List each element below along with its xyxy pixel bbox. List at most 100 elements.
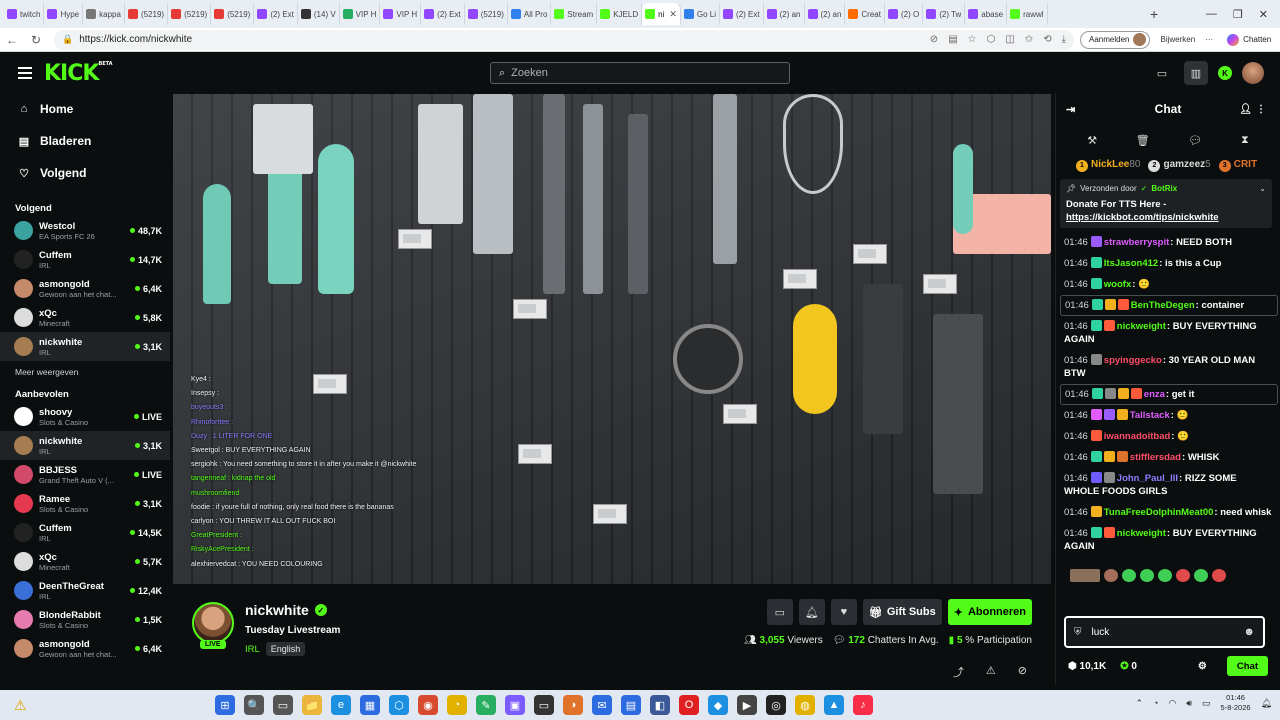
taskbar-app-icon[interactable]: O — [679, 695, 699, 715]
chat-message[interactable]: 01:46 ItsJason412: is this a Cup — [1064, 253, 1274, 274]
message-username[interactable]: John_Paul_III — [1117, 473, 1178, 484]
taskbar-app-icon[interactable]: 📁 — [302, 695, 322, 715]
trash-icon[interactable]: 🗑︎ — [1136, 134, 1150, 147]
language-tag[interactable]: English — [265, 642, 306, 656]
search-input[interactable]: ⌕ Zoeken — [490, 62, 790, 84]
channel-item[interactable]: asmongold Gewoon aan het chat... 6,4K — [0, 274, 170, 303]
browser-tab[interactable]: (2) Ext — [720, 3, 764, 25]
message-username[interactable]: enza — [1144, 389, 1165, 400]
gift-subs-button[interactable]: 🎁︎ Gift Subs — [862, 599, 942, 625]
channel-item[interactable]: xQc Minecraft 5,8K — [0, 303, 170, 332]
chat-message[interactable]: 01:46 Tallstack: 🙂 — [1064, 405, 1274, 426]
nav-item-home[interactable]: ⌂ Home — [18, 93, 170, 125]
taskbar-app-icon[interactable]: ◍ — [795, 695, 815, 715]
split-screen-icon[interactable]: ◫ — [1005, 34, 1014, 45]
taskbar-app-icon[interactable]: ▲ — [824, 695, 844, 715]
channel-points[interactable]: ⬢ 10,1K — [1068, 661, 1106, 672]
collapse-pin-icon[interactable]: ⌄ — [1259, 184, 1266, 193]
kick-coins[interactable]: ✪ 0 — [1120, 661, 1137, 672]
url-field[interactable]: 🔒 https://kick.com/nickwhite ⊘ ▤ ☆ ⬡ ◫ ✩… — [54, 29, 1074, 50]
browser-tab[interactable]: ni ✕ — [642, 3, 681, 25]
signin-button[interactable]: Aanmelden — [1080, 30, 1151, 49]
more-menu-icon[interactable]: ··· — [1205, 35, 1213, 44]
nav-item-volgend[interactable]: ♡ Volgend — [18, 157, 170, 189]
message-username[interactable]: ItsJason412 — [1104, 258, 1158, 269]
new-tab-button[interactable]: + — [1144, 6, 1164, 22]
chat-message[interactable]: 01:46 nickweight: BUY EVERYTHING AGAIN — [1064, 316, 1274, 350]
browser-tab[interactable]: (5219) — [168, 3, 212, 25]
close-tab-icon[interactable]: ✕ — [669, 9, 677, 20]
taskbar-app-icon[interactable]: ◎ — [766, 695, 786, 715]
chat-message[interactable]: 01:46 iwannadoitbad: 🙂 — [1064, 426, 1274, 447]
pinned-by-user[interactable]: BotRix — [1151, 184, 1177, 193]
taskbar-app-icon[interactable]: ▭ — [273, 695, 293, 715]
message-username[interactable]: nickweight — [1117, 528, 1166, 539]
browser-tab[interactable]: (2) Tw — [923, 3, 966, 25]
message-username[interactable]: iwannadoitbad — [1104, 431, 1171, 442]
hammer-icon[interactable]: ⚒ — [1087, 134, 1097, 147]
browser-tab[interactable]: All Pro — [508, 3, 552, 25]
message-username[interactable]: woofx — [1104, 279, 1131, 290]
browser-tab[interactable]: (2) Ext — [421, 3, 465, 25]
share-icon[interactable]: ⤴ — [953, 664, 964, 680]
chat-message[interactable]: 01:46 TunaFreeDolphinMeat00: need whisk — [1064, 502, 1274, 523]
subscribe-button[interactable]: ✦ Abonneren — [947, 599, 1032, 625]
taskbar-app-icon[interactable]: 🔍 — [244, 695, 264, 715]
updates-button[interactable]: Bijwerken — [1160, 35, 1195, 44]
history-icon[interactable]: ⟲ — [1043, 34, 1051, 45]
leaderboard-entry[interactable]: 1 NickLee80 — [1076, 159, 1140, 172]
browser-tab[interactable]: (2) an — [805, 3, 846, 25]
leaderboard-entry[interactable]: 3 CRIT — [1218, 159, 1257, 172]
channel-item[interactable]: Westcol EA Sports FC 26 48,7K — [0, 216, 170, 245]
channel-item[interactable]: BlondeRabbit Slots & Casino 1,5K — [0, 605, 170, 634]
favorites-icon[interactable]: ✩ — [1025, 34, 1033, 45]
chat-message[interactable]: 01:46 enza: get it — [1060, 384, 1278, 405]
mute-icon[interactable]: ⊘ — [1018, 664, 1027, 680]
refresh-icon[interactable]: ↻ — [24, 33, 48, 47]
taskbar-app-icon[interactable]: ▶ — [737, 695, 757, 715]
taskbar-app-icon[interactable]: ◆ — [708, 695, 728, 715]
follow-heart-icon[interactable]: ♥ — [830, 599, 857, 625]
message-username[interactable]: BenTheDegen — [1131, 300, 1195, 311]
channel-item[interactable]: Ramee Slots & Casino 3,1K — [0, 489, 170, 518]
channel-item[interactable]: nickwhite IRL 3,1K — [0, 431, 170, 460]
taskbar-app-icon[interactable]: ◧ — [650, 695, 670, 715]
streamer-name[interactable]: nickwhite — [245, 602, 309, 618]
browser-tab[interactable]: KJELD — [597, 3, 643, 25]
taskbar-app-icon[interactable]: e — [331, 695, 351, 715]
browser-tab[interactable]: twitch — [4, 3, 45, 25]
notifications-icon[interactable]: 🔔︎ — [1261, 698, 1272, 709]
leaderboard-entry[interactable]: 2 gamzeez5 — [1148, 159, 1211, 172]
hourglass-icon[interactable]: ⧗ — [1241, 134, 1249, 147]
browser-tab[interactable]: (2) O — [885, 3, 924, 25]
emote-icon[interactable] — [1158, 569, 1172, 582]
streamer-avatar[interactable] — [192, 602, 234, 644]
browser-tab[interactable]: abase — [965, 3, 1008, 25]
channel-item[interactable]: xQc Minecraft 5,7K — [0, 547, 170, 576]
theater-mode-icon[interactable]: ▭ — [766, 599, 793, 625]
nav-item-bladeren[interactable]: ▤ Bladeren — [18, 125, 170, 157]
browser-tab[interactable]: (2) an — [764, 3, 805, 25]
taskbar-app-icon[interactable]: ▣ — [505, 695, 525, 715]
video-player[interactable]: Kye4 : Insepsy : buyeouts3 : Rhinoforttee :… — [173, 94, 1051, 584]
taskbar-app-icon[interactable]: ◑ — [563, 695, 583, 715]
layout-icon[interactable]: ▥ — [1184, 61, 1208, 85]
emote-icon[interactable] — [1140, 569, 1154, 582]
collapse-chat-icon[interactable]: ⇥ — [1066, 103, 1075, 116]
browser-tab[interactable]: (2) Ext — [254, 3, 298, 25]
menu-icon[interactable] — [18, 67, 32, 79]
taskbar-app-icon[interactable]: ⬡ — [389, 695, 409, 715]
warning-icon[interactable]: ⚠ — [14, 697, 27, 714]
volume-icon[interactable]: 🔊︎ — [1186, 698, 1192, 709]
taskbar-app-icon[interactable]: ▤ — [621, 695, 641, 715]
browser-tab[interactable]: Stream — [551, 3, 598, 25]
kick-points-icon[interactable]: K — [1218, 66, 1232, 80]
close-window-icon[interactable]: ✕ — [1259, 8, 1268, 21]
network-icon[interactable]: ◔ — [1153, 698, 1158, 708]
emote-icon[interactable] — [1070, 569, 1100, 582]
chat-input[interactable]: ⛨ luck ☻ — [1064, 616, 1265, 648]
favorite-icon[interactable]: ☆ — [968, 34, 977, 45]
tray-chevron-icon[interactable]: ⌃ — [1136, 698, 1144, 709]
download-icon[interactable]: ⤓ — [1062, 34, 1066, 45]
browser-tab[interactable]: kappa — [83, 3, 125, 25]
